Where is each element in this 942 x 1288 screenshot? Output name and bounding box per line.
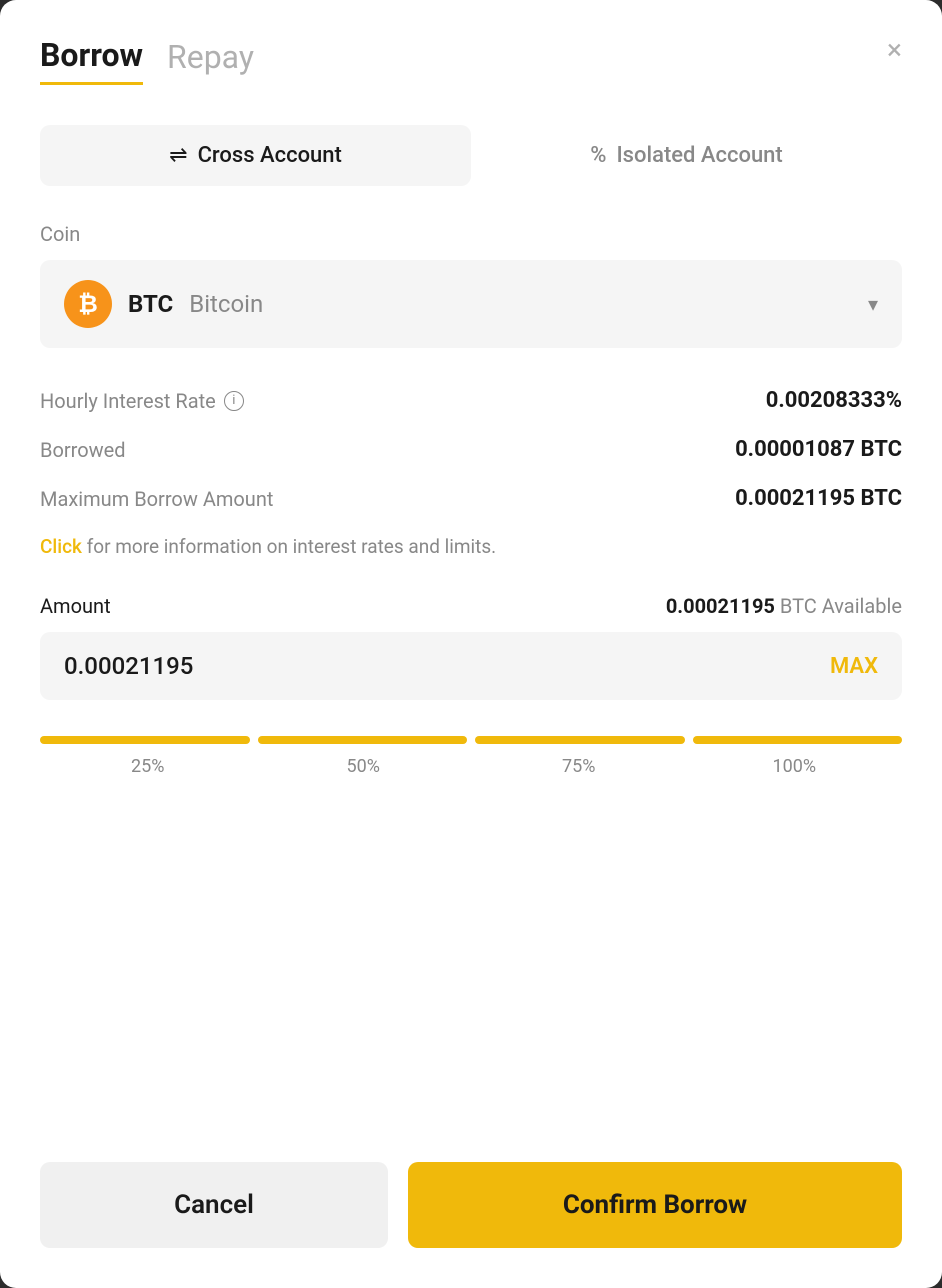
modal-header: Borrow Repay [40,36,902,85]
hourly-interest-row: Hourly Interest Rate i 0.00208333% [40,388,902,413]
account-selector: ⇌ Cross Account % Isolated Account [40,125,902,186]
slider-segment-75[interactable] [475,736,685,744]
max-borrow-row: Maximum Borrow Amount 0.00021195 BTC [40,486,902,511]
click-link[interactable]: Click [40,535,82,558]
chevron-down-icon: ▾ [868,292,878,316]
pct-75[interactable]: 75% [471,756,687,777]
amount-available-value: 0.00021195 [666,594,775,618]
max-borrow-value: 0.00021195 BTC [735,486,902,511]
hourly-interest-label: Hourly Interest Rate i [40,389,244,413]
amount-header: Amount 0.00021195 BTC Available [40,594,902,618]
coin-left: ₿ BTC Bitcoin [64,280,263,328]
info-section: Hourly Interest Rate i 0.00208333% Borro… [40,388,902,511]
coin-section-label: Coin [40,222,902,246]
slider-segment-50[interactable] [258,736,468,744]
borrowed-label: Borrowed [40,438,126,462]
borrowed-value: 0.00001087 BTC [735,437,902,462]
amount-input-container: MAX [40,632,902,700]
borrowed-row: Borrowed 0.00001087 BTC [40,437,902,462]
cross-account-label: Cross Account [198,143,342,168]
slider-bar [40,736,902,744]
slider-segment-100[interactable] [693,736,903,744]
percentage-labels: 25% 50% 75% 100% [40,756,902,777]
info-icon[interactable]: i [224,391,244,411]
tab-repay[interactable]: Repay [167,38,254,84]
isolated-account-label: Isolated Account [616,143,782,168]
isolated-account-button[interactable]: % Isolated Account [471,125,902,186]
cross-account-button[interactable]: ⇌ Cross Account [40,125,471,186]
coin-name: BTC [128,290,173,318]
hourly-interest-value: 0.00208333% [766,388,902,413]
slider-segment-25[interactable] [40,736,250,744]
confirm-borrow-button[interactable]: Confirm Borrow [408,1162,902,1248]
isolated-icon: % [590,143,606,168]
pct-50[interactable]: 50% [256,756,472,777]
btc-icon: ₿ [64,280,112,328]
amount-label: Amount [40,594,111,618]
amount-currency: BTC Available [780,594,902,618]
amount-input[interactable] [64,652,830,680]
click-note: Click for more information on interest r… [40,535,902,558]
amount-available: 0.00021195 BTC Available [666,594,902,618]
pct-25[interactable]: 25% [40,756,256,777]
coin-full-name: Bitcoin [189,290,263,318]
close-button[interactable]: × [887,36,902,64]
button-row: Cancel Confirm Borrow [40,1162,902,1248]
borrow-modal: Borrow Repay × ⇌ Cross Account % Isolate… [0,0,942,1288]
max-button[interactable]: MAX [830,654,878,679]
tab-borrow[interactable]: Borrow [40,36,143,85]
percentage-section: 25% 50% 75% 100% [40,736,902,777]
max-borrow-label: Maximum Borrow Amount [40,487,273,511]
cancel-button[interactable]: Cancel [40,1162,388,1248]
coin-selector[interactable]: ₿ BTC Bitcoin ▾ [40,260,902,348]
pct-100[interactable]: 100% [687,756,903,777]
cross-icon: ⇌ [169,143,187,168]
